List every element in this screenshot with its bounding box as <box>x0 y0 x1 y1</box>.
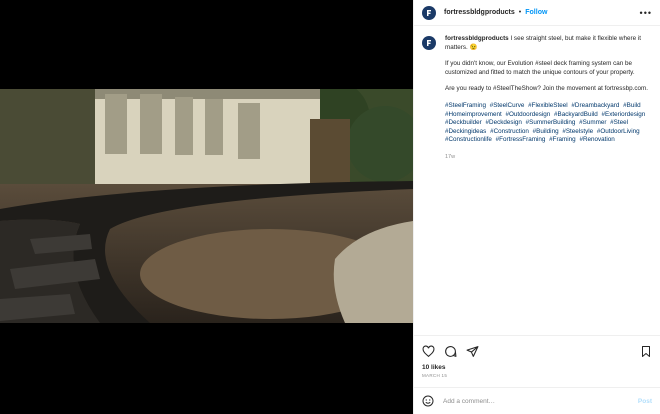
hashtag-link[interactable]: #Exteriordesign <box>602 111 646 118</box>
more-options-icon[interactable]: ••• <box>640 8 652 18</box>
hashtag-list: #SteelFraming #SteelCurve #FlexibleSteel… <box>445 102 649 145</box>
hashtag-link[interactable]: #Outdoordesign <box>505 111 550 118</box>
hashtag-link[interactable]: #Renovation <box>579 136 614 143</box>
caption-paragraph: If you didn't know, our Evolution #steel… <box>445 60 635 76</box>
like-count[interactable]: 10 likes <box>422 364 652 371</box>
hashtag-link[interactable]: #Building <box>533 128 559 135</box>
username[interactable]: fortressbldgproducts <box>444 9 515 16</box>
comment-input[interactable] <box>441 396 638 406</box>
post-photo <box>0 89 413 323</box>
details-panel: fortressbldgproducts • Follow ••• fortre… <box>413 0 660 414</box>
caption-avatar[interactable] <box>422 36 436 50</box>
hashtag-link[interactable]: #Deckbuilder <box>445 119 482 126</box>
comment-bar: Post <box>414 387 660 414</box>
hashtag-link[interactable]: #SummerBuilding <box>526 119 576 126</box>
post-comment-button[interactable]: Post <box>638 398 652 405</box>
caption-username[interactable]: fortressbldgproducts <box>445 35 509 42</box>
hashtag-link[interactable]: #SteelCurve <box>490 102 525 109</box>
hashtag-link[interactable]: #Deckingideas <box>445 128 486 135</box>
hashtag-link[interactable]: #Dreambackyard <box>571 102 619 109</box>
hashtag-link[interactable]: #BackyardBuild <box>554 111 598 118</box>
hashtag-link[interactable]: #SteelFraming <box>445 102 486 109</box>
caption-text: fortressbldgproducts I see straight stee… <box>445 35 649 335</box>
comment-icon[interactable] <box>444 345 457 358</box>
bookmark-icon[interactable] <box>640 345 652 358</box>
hashtag-link[interactable]: #OutdoorLiving <box>597 128 640 135</box>
post-age[interactable]: 17w <box>445 153 649 162</box>
hashtag-link[interactable]: #FlexibleSteel <box>528 102 568 109</box>
post-media[interactable] <box>0 0 413 414</box>
hashtag-link[interactable]: #Framing <box>549 136 576 143</box>
separator-dot: • <box>518 9 522 16</box>
hashtag-link[interactable]: #Construction <box>490 128 529 135</box>
share-icon[interactable] <box>466 345 479 358</box>
caption-area: fortressbldgproducts I see straight stee… <box>414 26 660 335</box>
follow-button[interactable]: Follow <box>525 9 547 16</box>
emoji-icon[interactable] <box>422 395 434 407</box>
action-bar: 10 likes MARCH 15 <box>414 335 660 387</box>
hashtag-link[interactable]: #Homeimprovement <box>445 111 502 118</box>
post-header: fortressbldgproducts • Follow ••• <box>414 0 660 26</box>
avatar[interactable] <box>422 5 436 20</box>
hashtag-link[interactable]: #Deckdesign <box>486 119 522 126</box>
post-date: MARCH 15 <box>422 373 448 378</box>
fortress-logo-icon <box>427 40 431 46</box>
hashtag-link[interactable]: #Steel <box>610 119 628 126</box>
hashtag-link[interactable]: #FortressFraming <box>496 136 546 143</box>
hashtag-link[interactable]: #Summer <box>579 119 606 126</box>
hashtag-link[interactable]: #Constructionlife <box>445 136 492 143</box>
fortress-logo-icon <box>427 9 431 16</box>
hashtag-link[interactable]: #Steelstyle <box>562 128 593 135</box>
post-modal: fortressbldgproducts • Follow ••• fortre… <box>0 0 660 414</box>
hashtag-link[interactable]: #Build <box>623 102 641 109</box>
heart-icon[interactable] <box>422 344 435 358</box>
caption-paragraph: Are you ready to #SteelTheShow? Join the… <box>445 85 649 93</box>
